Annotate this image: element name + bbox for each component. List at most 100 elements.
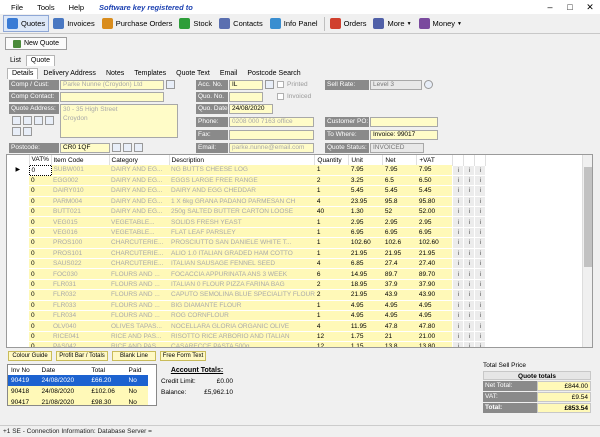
- table-row[interactable]: 0 FOC030 FLOURS AND ... FOCACCIA APPURINATA…: [7, 268, 487, 280]
- lookup-icon[interactable]: [112, 143, 121, 152]
- edit-icon[interactable]: i: [463, 341, 476, 347]
- quote-status-select[interactable]: INVOICED: [370, 143, 424, 153]
- comp-cust-field[interactable]: Parke Nunne (Croydon) Ltd: [60, 80, 164, 90]
- maximize-icon[interactable]: □: [560, 0, 580, 14]
- invoice-row[interactable]: 90418 24/08/2020 £102.06 No: [8, 386, 148, 397]
- table-row[interactable]: 0 DAIRY010 DAIRY AND EG... DAIRY AND EGG CH…: [7, 185, 487, 197]
- edit-icon[interactable]: i: [463, 330, 476, 343]
- delete-icon[interactable]: i: [474, 330, 487, 343]
- profit-bar-totals-button[interactable]: Profit Bar / Totals: [56, 351, 108, 361]
- table-row[interactable]: 0 EGG002 DAIRY AND EG... EGGS LARGE FREE RA…: [7, 174, 487, 187]
- info-icon[interactable]: i: [452, 289, 465, 301]
- edit-icon[interactable]: i: [463, 164, 476, 176]
- print-icon[interactable]: [12, 127, 21, 136]
- delete-icon[interactable]: i: [474, 268, 487, 280]
- tab-notes[interactable]: Notes: [101, 68, 129, 79]
- menu-tools[interactable]: Tools: [37, 3, 55, 12]
- column-header-vat-total[interactable]: +VAT: [416, 155, 454, 165]
- column-header-category[interactable]: Category: [109, 155, 170, 165]
- map-icon[interactable]: [34, 116, 43, 125]
- edit-icon[interactable]: i: [463, 257, 476, 270]
- table-row[interactable]: 0 FLR032 FLOURS AND ... CAPUTO SEMOLINA BLU…: [7, 289, 487, 301]
- menu-help[interactable]: Help: [69, 3, 84, 12]
- edit-icon[interactable]: i: [463, 174, 476, 187]
- new-quote-button[interactable]: New Quote: [5, 37, 67, 50]
- toolbar-info-panel-button[interactable]: Info Panel: [267, 15, 321, 32]
- toolbar-money-button[interactable]: Money ▼: [416, 15, 465, 32]
- colour-guide-button[interactable]: Colour Guide: [8, 351, 52, 361]
- tab-email[interactable]: Email: [215, 68, 243, 79]
- delete-icon[interactable]: i: [474, 237, 487, 249]
- toolbar-purchase-orders-button[interactable]: Purchase Orders: [99, 15, 176, 32]
- toolbar-stock-button[interactable]: Stock: [176, 15, 215, 32]
- delete-icon[interactable]: i: [474, 174, 487, 187]
- table-row[interactable]: 0 SAUS022 CHARCUTERIE... ITALIAN SAUSAGE FE…: [7, 257, 487, 270]
- printed-checkbox[interactable]: Printed: [277, 81, 308, 88]
- edit-icon[interactable]: i: [463, 299, 476, 311]
- fax-field[interactable]: [229, 130, 314, 140]
- toolbar-invoices-button[interactable]: Invoices: [50, 15, 98, 32]
- delete-icon[interactable]: i: [474, 299, 487, 311]
- info-icon[interactable]: i: [452, 195, 465, 208]
- column-header-paid[interactable]: Paid: [126, 365, 148, 375]
- search-icon[interactable]: [265, 80, 274, 89]
- info-icon[interactable]: i: [452, 341, 465, 347]
- table-row[interactable]: 0 PAS042 RICE AND PAS... CASARECCE PASTA 50…: [7, 341, 487, 347]
- tab-list[interactable]: List: [5, 55, 26, 66]
- toolbar-more-button[interactable]: More ▼: [370, 15, 414, 32]
- info-icon[interactable]: i: [452, 185, 465, 197]
- column-header-item-code[interactable]: Item Code: [51, 155, 110, 165]
- info-icon[interactable]: i: [452, 174, 465, 187]
- invoice-row[interactable]: 90417 21/08/2020 £98.30 No: [8, 397, 148, 405]
- column-header-total[interactable]: Total: [88, 365, 125, 375]
- info-icon[interactable]: i: [452, 320, 465, 332]
- info-icon[interactable]: i: [452, 257, 465, 270]
- column-header-description[interactable]: Description: [169, 155, 316, 165]
- quo-no-field[interactable]: [229, 92, 263, 102]
- column-header-unit[interactable]: Unit: [348, 155, 384, 165]
- table-row[interactable]: 0 VEG015 VEGETABLE... SOLIDS FRESH YEAST 1 2.…: [7, 216, 487, 228]
- tab-postcode-search[interactable]: Postcode Search: [242, 68, 305, 79]
- sell-rate-select[interactable]: Level 3: [370, 80, 422, 90]
- tab-delivery-address[interactable]: Delivery Address: [38, 68, 101, 79]
- edit-icon[interactable]: i: [463, 226, 476, 239]
- delete-icon[interactable]: i: [474, 309, 487, 322]
- info-icon[interactable]: i: [452, 247, 465, 260]
- copy-icon[interactable]: [12, 116, 21, 125]
- delete-icon[interactable]: i: [474, 164, 487, 176]
- delete-icon[interactable]: i: [474, 185, 487, 197]
- edit-icon[interactable]: i: [463, 309, 476, 322]
- table-row[interactable]: 0 BUTT021 DAIRY AND EG... 250g SALTED BUTTE…: [7, 206, 487, 218]
- info-icon[interactable]: i: [452, 278, 465, 291]
- table-row[interactable]: 0 PROS100 CHARCUTERIE... PROSCIUTTO SAN DAN…: [7, 237, 487, 249]
- table-row[interactable]: ▶ 0 SUBW001 DAIRY AND EG... NG BUTTS CHEESE …: [7, 164, 487, 176]
- scrollbar-thumb[interactable]: [584, 167, 592, 267]
- edit-icon[interactable]: i: [463, 268, 476, 280]
- delete-icon[interactable]: i: [474, 257, 487, 270]
- info-icon[interactable]: i: [452, 164, 465, 176]
- pencil-icon[interactable]: [166, 80, 175, 89]
- table-row[interactable]: 0 PROS101 CHARCUTERIE... ALIO 1.0 ITALIAN G…: [7, 247, 487, 260]
- globe-icon[interactable]: [45, 116, 54, 125]
- info-icon[interactable]: i: [452, 237, 465, 249]
- phone-field[interactable]: 0208 000 7163 office: [229, 117, 314, 127]
- menu-file[interactable]: File: [11, 3, 23, 12]
- to-where-field[interactable]: Invoice: 99017: [370, 130, 438, 140]
- table-row[interactable]: 0 PARM004 DAIRY AND EG... 1 X 6kg GRANA PAD…: [7, 195, 487, 208]
- invoiced-checkbox[interactable]: Invoiced: [277, 93, 311, 100]
- acc-no-field[interactable]: IL: [229, 80, 263, 90]
- edit-icon[interactable]: i: [463, 320, 476, 332]
- label-icon[interactable]: [23, 127, 32, 136]
- column-header-inv-no[interactable]: Inv No: [8, 365, 39, 375]
- customer-po-field[interactable]: [370, 117, 438, 127]
- column-header-date[interactable]: Date: [39, 365, 89, 375]
- column-header-net[interactable]: Net: [382, 155, 418, 165]
- table-row[interactable]: 0 OLV040 OLIVES TAPAS... NOCELLARA GLORIA O…: [7, 320, 487, 332]
- toolbar-orders-button[interactable]: Orders: [327, 15, 370, 32]
- toolbar-contacts-button[interactable]: Contacts: [216, 15, 266, 32]
- delete-icon[interactable]: i: [474, 247, 487, 260]
- info-icon[interactable]: i: [452, 268, 465, 280]
- copy-icon[interactable]: [123, 143, 132, 152]
- delete-icon[interactable]: i: [474, 226, 487, 239]
- tab-quote[interactable]: Quote: [25, 55, 55, 66]
